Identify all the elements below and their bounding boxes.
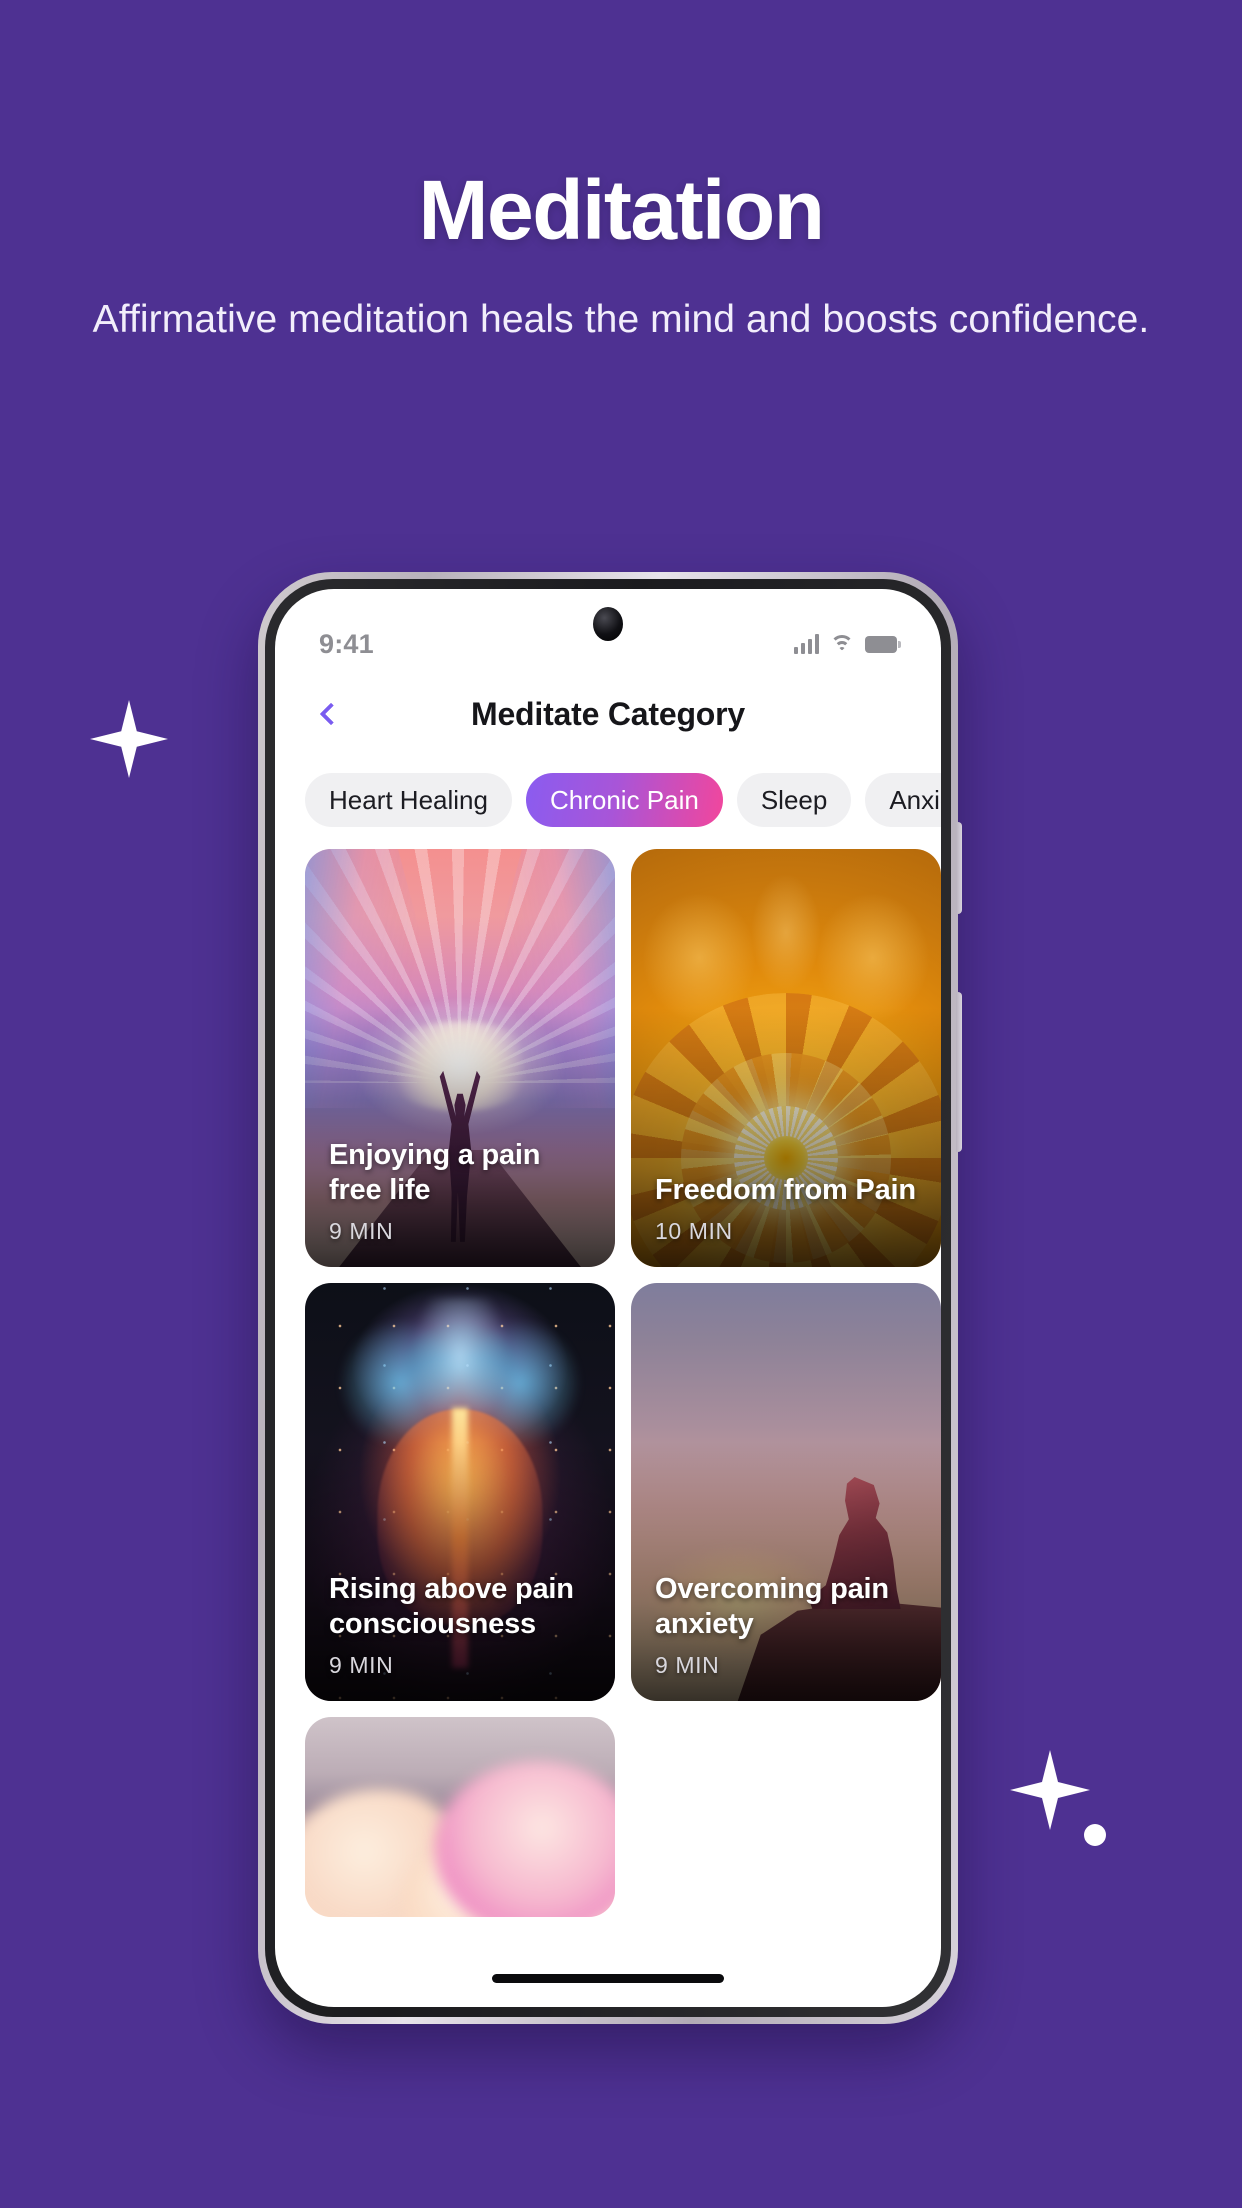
sparkle-icon [90, 700, 168, 778]
chip-anxiety[interactable]: Anxiety [865, 773, 941, 827]
chip-heart-healing[interactable]: Heart Healing [305, 773, 512, 827]
home-indicator[interactable] [492, 1974, 724, 1983]
page-subtitle: Affirmative meditation heals the mind an… [92, 298, 1150, 341]
nav-bar: Meditate Category [275, 673, 941, 755]
meditation-card[interactable]: Overcoming pain anxiety 9 MIN [631, 1283, 941, 1701]
page-title: Meditation [418, 163, 825, 257]
cellular-signal-icon [793, 634, 819, 654]
card-meta: Rising above pain consciousness 9 MIN [329, 1572, 597, 1679]
card-duration: 10 MIN [655, 1218, 733, 1244]
sparkle-icon [1010, 1750, 1090, 1830]
meditation-card[interactable] [305, 1717, 615, 1917]
card-duration: 9 MIN [329, 1652, 394, 1678]
chip-sleep[interactable]: Sleep [736, 773, 852, 827]
wifi-icon [830, 634, 854, 654]
card-title: Freedom from Pain [655, 1174, 916, 1207]
pink-clouds-artwork [305, 1717, 615, 1917]
card-duration: 9 MIN [655, 1652, 720, 1678]
card-meta: Freedom from Pain 10 MIN [655, 1173, 923, 1245]
dot-decoration [1084, 1824, 1106, 1846]
card-duration: 9 MIN [329, 1218, 394, 1244]
category-chip-list[interactable]: Heart Healing Chronic Pain Sleep Anxiety [275, 755, 941, 849]
phone-mockup: 9:41 Meditate Category Heart Healing Chr… [258, 572, 962, 2024]
card-meta: Overcoming pain anxiety 9 MIN [655, 1572, 923, 1679]
status-icons [793, 634, 901, 654]
meditation-card-grid: Enjoying a pain free life 9 MIN Freedom … [275, 849, 941, 1917]
phone-screen: 9:41 Meditate Category Heart Healing Chr… [275, 589, 941, 2007]
nav-title: Meditate Category [471, 695, 745, 732]
chip-chronic-pain[interactable]: Chronic Pain [525, 773, 723, 827]
status-time: 9:41 [319, 628, 374, 659]
back-button[interactable] [309, 692, 353, 736]
phone-frame: 9:41 Meditate Category Heart Healing Chr… [265, 579, 962, 2017]
chevron-left-icon [319, 702, 343, 726]
meditation-card[interactable]: Enjoying a pain free life 9 MIN [305, 849, 615, 1267]
cloud-shape [435, 1761, 615, 1917]
meditation-card[interactable]: Freedom from Pain 10 MIN [631, 849, 941, 1267]
power-button[interactable] [956, 992, 962, 1152]
volume-button[interactable] [956, 822, 962, 914]
card-title: Overcoming pain anxiety [655, 1573, 889, 1641]
card-title: Enjoying a pain free life [329, 1139, 541, 1207]
card-meta: Enjoying a pain free life 9 MIN [329, 1138, 597, 1245]
hero-section: Meditation Affirmative meditation heals … [0, 0, 1242, 347]
battery-icon [865, 635, 901, 653]
card-title: Rising above pain consciousness [329, 1573, 574, 1641]
meditation-card[interactable]: Rising above pain consciousness 9 MIN [305, 1283, 615, 1701]
front-camera-icon [593, 607, 623, 641]
